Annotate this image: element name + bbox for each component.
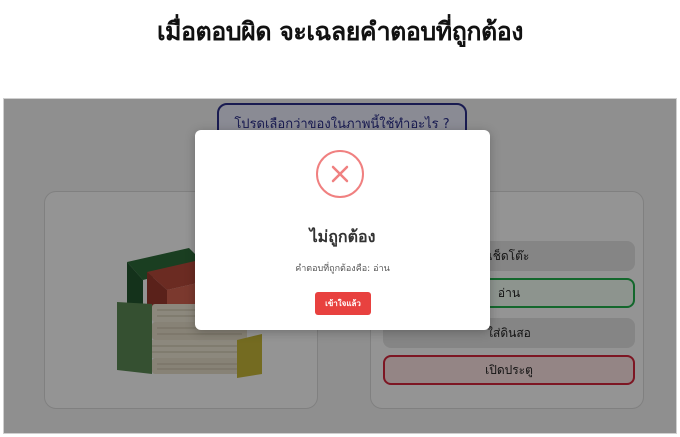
- confirm-button[interactable]: เข้าใจแล้ว: [315, 292, 371, 315]
- modal-message-prefix: คำตอบที่ถูกต้องคือ:: [295, 264, 371, 274]
- modal-message: คำตอบที่ถูกต้องคือ: อ่าน: [195, 261, 490, 275]
- error-x-circle-icon: [316, 150, 364, 198]
- result-modal: ไม่ถูกต้อง คำตอบที่ถูกต้องคือ: อ่าน เข้าใ…: [195, 130, 490, 330]
- page-title: เมื่อตอบผิด จะเฉลยคำตอบที่ถูกต้อง: [157, 17, 523, 46]
- modal-title: ไม่ถูกต้อง: [309, 227, 376, 246]
- modal-correct-answer: อ่าน: [373, 264, 390, 274]
